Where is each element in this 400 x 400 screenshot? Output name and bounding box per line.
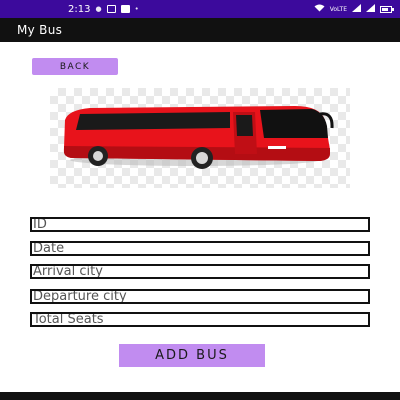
navigation-bar (0, 392, 400, 400)
status-left: 2:13 ● • (68, 4, 139, 15)
app-bar: My Bus (0, 18, 400, 42)
app-title: My Bus (17, 23, 63, 37)
app-notification-icon (120, 5, 130, 13)
bus-illustration-icon (63, 106, 334, 169)
bus-image (50, 88, 350, 188)
app-screen: 2:13 ● • VoLTE My Bus BACK ID Date Arriv… (0, 0, 400, 400)
status-bar: 2:13 ● • VoLTE (0, 0, 400, 18)
volte-label: VoLTE (329, 5, 347, 13)
signal-icon (352, 4, 361, 14)
departure-city-input[interactable] (30, 289, 370, 304)
add-bus-button[interactable]: ADD BUS (119, 344, 265, 367)
id-input[interactable] (30, 217, 370, 232)
signal-icon-2 (366, 4, 375, 14)
notification-dot-icon: ● (95, 5, 102, 13)
back-button[interactable]: BACK (32, 58, 118, 75)
more-notifications-icon: • (134, 5, 139, 13)
date-input[interactable] (30, 241, 370, 256)
arrival-city-input[interactable] (30, 264, 370, 279)
status-time: 2:13 (68, 3, 91, 15)
wifi-icon (314, 4, 325, 14)
status-right: VoLTE (314, 4, 394, 14)
battery-icon (380, 5, 394, 13)
total-seats-input[interactable] (30, 312, 370, 327)
gallery-icon (106, 5, 116, 13)
